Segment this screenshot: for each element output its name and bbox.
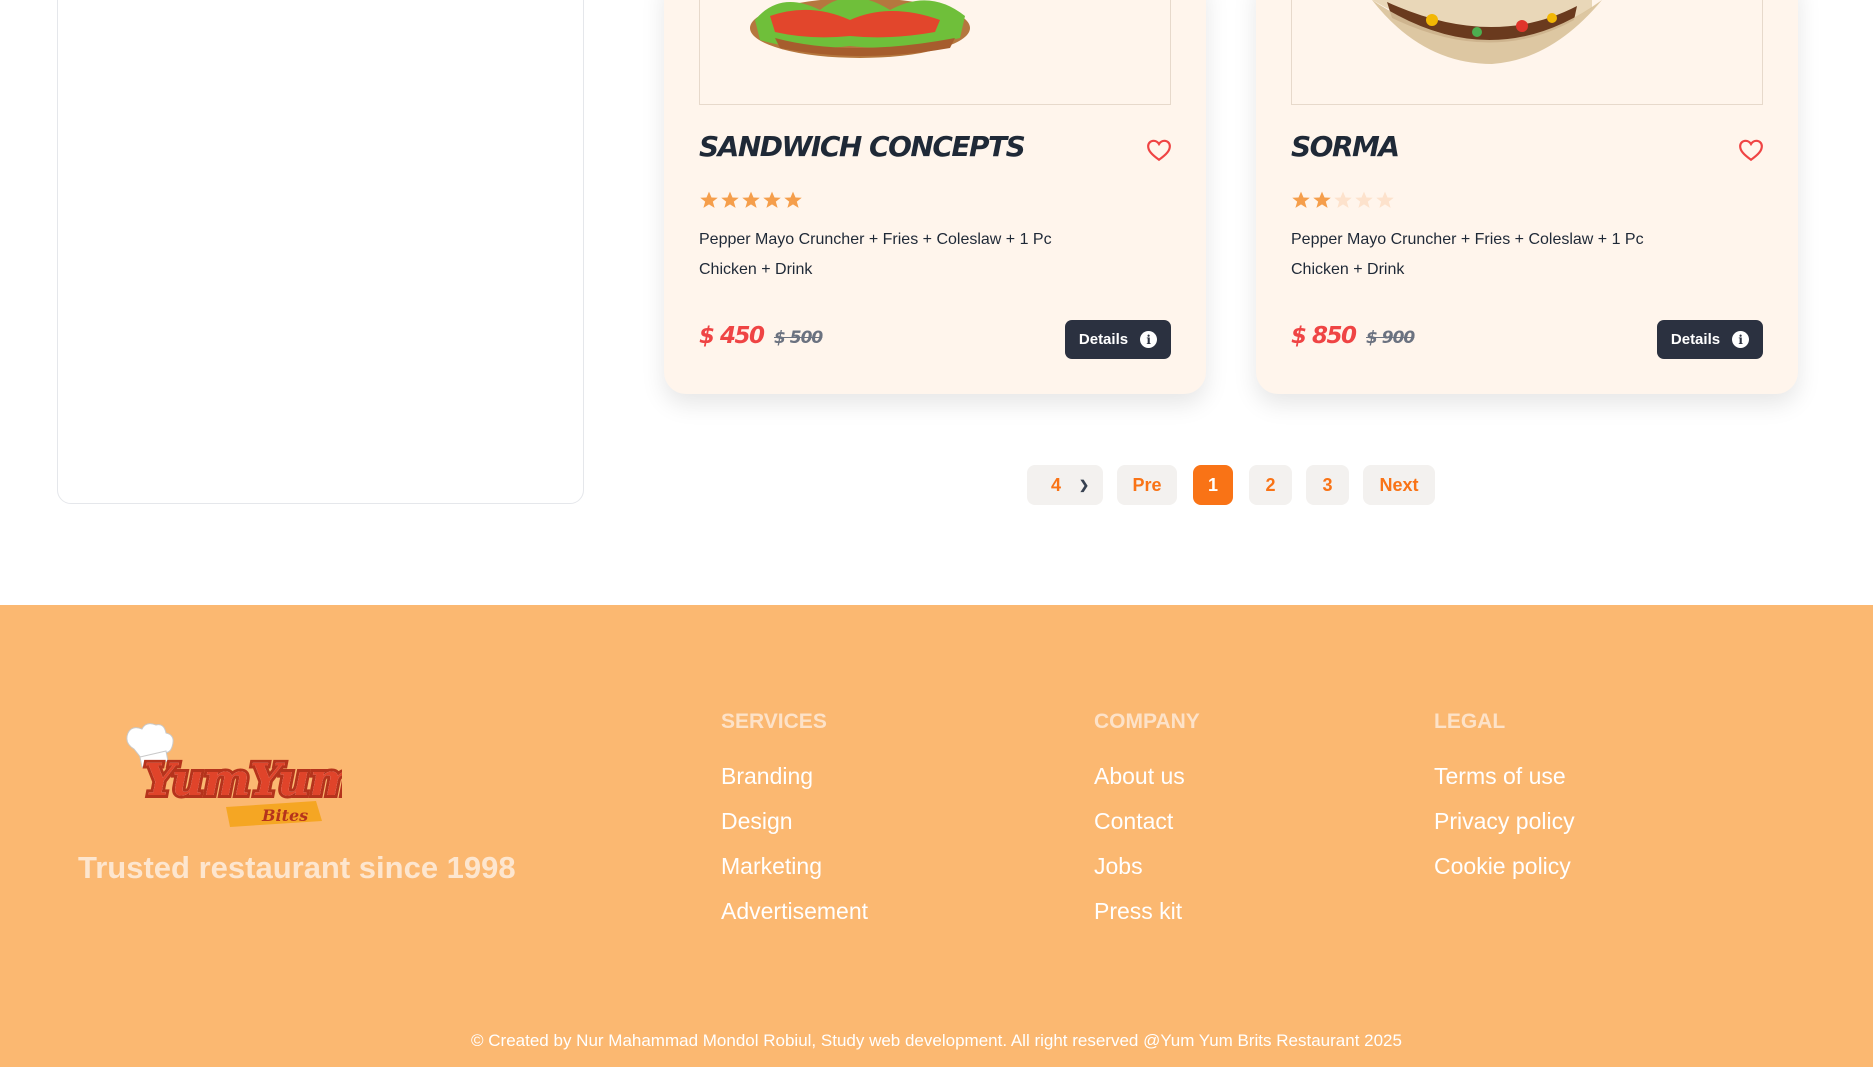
footer-link-marketing[interactable]: Marketing [721,844,868,889]
info-icon: i [1140,331,1158,348]
heart-icon[interactable] [1146,138,1172,162]
product-card: Sorma Pepper Mayo Cruncher + Fries + Col… [1256,0,1798,394]
svg-text:YumYum: YumYum [144,755,342,806]
product-price: $ 450 [699,323,765,349]
rating-stars [1291,190,1395,210]
star-empty-icon [1334,191,1352,208]
star-filled-icon [1313,191,1331,208]
product-title: Sorma [1291,130,1400,163]
footer-heading: Legal [1434,710,1506,733]
chevron-down-icon: ❯ [1079,478,1090,492]
product-image [1291,0,1763,105]
product-old-price: $ 900 [1366,328,1415,348]
footer-link-press-kit[interactable]: Press kit [1094,889,1200,934]
star-filled-icon [1292,191,1310,208]
prev-page-button[interactable]: Pre [1117,465,1177,505]
star-filled-icon [763,191,781,208]
star-empty-icon [1355,191,1373,208]
footer-link-contact[interactable]: Contact [1094,799,1200,844]
per-page-select[interactable]: 4 ❯ [1027,465,1103,505]
footer-column-company: Company About us Contact Jobs Press kit [1094,710,1200,934]
footer-heading: Services [721,710,827,733]
star-filled-icon [784,191,802,208]
page-button-3[interactable]: 3 [1306,465,1349,505]
footer-link-advertisement[interactable]: Advertisement [721,889,868,934]
product-price: $ 850 [1291,323,1357,349]
product-card: Sandwich Concepts Pepper Mayo Cruncher +… [664,0,1206,394]
footer-link-about[interactable]: About us [1094,754,1200,799]
details-label: Details [1670,331,1721,348]
footer-link-privacy[interactable]: Privacy policy [1434,799,1575,844]
footer-tagline: Trusted restaurant since 1998 [78,850,516,885]
heart-icon[interactable] [1738,138,1764,162]
star-filled-icon [700,191,718,208]
yumyum-logo[interactable]: YumYum YumYum Bites [116,717,342,835]
footer-column-services: Services Branding Design Marketing Adver… [721,710,868,934]
footer-column-legal: Legal Terms of use Privacy policy Cookie… [1434,710,1575,889]
per-page-value: 4 [1051,474,1062,495]
star-empty-icon [1376,191,1394,208]
star-filled-icon [721,191,739,208]
copyright-text: © Created by Nur Mahammad Mondol Robiul,… [471,1031,1402,1050]
product-old-price: $ 500 [774,328,823,348]
footer-link-design[interactable]: Design [721,799,868,844]
page-button-1[interactable]: 1 [1193,465,1233,505]
details-button[interactable]: Details i [1657,320,1763,359]
footer-link-branding[interactable]: Branding [721,754,868,799]
info-icon: i [1732,331,1750,348]
footer-link-terms[interactable]: Terms of use [1434,754,1575,799]
filter-sidebar-panel [57,0,584,504]
logo-subtext: Bites [261,806,308,825]
footer-link-cookie[interactable]: Cookie policy [1434,844,1575,889]
product-description: Pepper Mayo Cruncher + Fries + Coleslaw … [1291,231,1644,278]
product-title: Sandwich Concepts [699,130,1026,163]
site-footer: YumYum YumYum Bites Trusted restaurant s… [0,605,1873,1067]
star-filled-icon [742,191,760,208]
next-page-button[interactable]: Next [1363,465,1435,505]
rating-stars [699,190,803,210]
details-label: Details [1078,331,1129,348]
page-button-2[interactable]: 2 [1249,465,1292,505]
details-button[interactable]: Details i [1065,320,1171,359]
product-description: Pepper Mayo Cruncher + Fries + Coleslaw … [699,231,1052,278]
footer-link-jobs[interactable]: Jobs [1094,844,1200,889]
footer-heading: Company [1094,710,1200,733]
product-image [699,0,1171,105]
